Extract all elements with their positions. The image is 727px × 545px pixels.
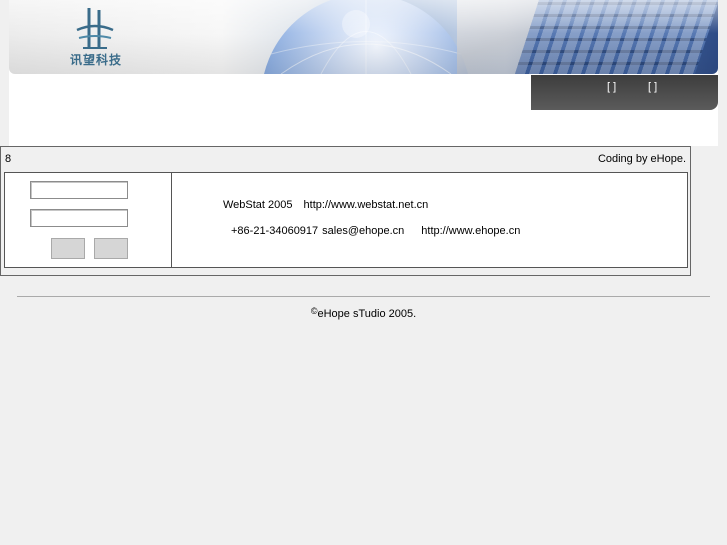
main-panel: 8 Coding by eHope. WebStat 2005 http://ww…	[0, 146, 691, 276]
company-logo: 讯望科技	[61, 4, 131, 67]
nav-link-1[interactable]: [ ]	[607, 81, 616, 93]
login-form	[5, 173, 172, 267]
username-input[interactable]	[30, 181, 128, 199]
nav-link-2[interactable]: [ ]	[648, 81, 657, 93]
copyright-text: eHope sTudio 2005.	[317, 308, 417, 320]
banner-image: 讯望科技	[9, 0, 718, 74]
password-input[interactable]	[30, 209, 128, 227]
footer-divider	[17, 296, 710, 297]
email-link[interactable]: sales@ehope.cn	[322, 225, 404, 237]
reset-button[interactable]	[94, 238, 128, 259]
copyright: ©eHope sTudio 2005.	[0, 306, 727, 320]
logo-mark-icon	[76, 8, 114, 49]
credit-text: Coding by eHope.	[597, 153, 686, 165]
page: 讯望科技 [ ] [ ] 8 Coding by eHope. WebStat …	[0, 0, 727, 545]
header: 讯望科技 [ ] [ ]	[9, 0, 718, 146]
panel-header: 8 Coding by eHope.	[1, 147, 690, 169]
visit-counter: 8	[5, 153, 12, 165]
phone-number: +86-21-34060917	[231, 225, 319, 237]
product-link[interactable]: http://www.webstat.net.cn	[304, 199, 429, 211]
contact-line: +86-21-34060917 sales@ehope.cn http://www.…	[231, 225, 520, 237]
login-button[interactable]	[51, 238, 85, 259]
info-panel: WebStat 2005 http://www.webstat.net.cn +8…	[172, 173, 687, 267]
logo-text: 讯望科技	[69, 53, 122, 67]
company-link[interactable]: http://www.ehope.cn	[421, 225, 520, 237]
product-name: WebStat 2005	[223, 199, 293, 211]
product-line: WebStat 2005 http://www.webstat.net.cn	[223, 199, 428, 211]
content-box: WebStat 2005 http://www.webstat.net.cn +8…	[4, 172, 688, 268]
nav-bar: [ ] [ ]	[531, 75, 718, 110]
